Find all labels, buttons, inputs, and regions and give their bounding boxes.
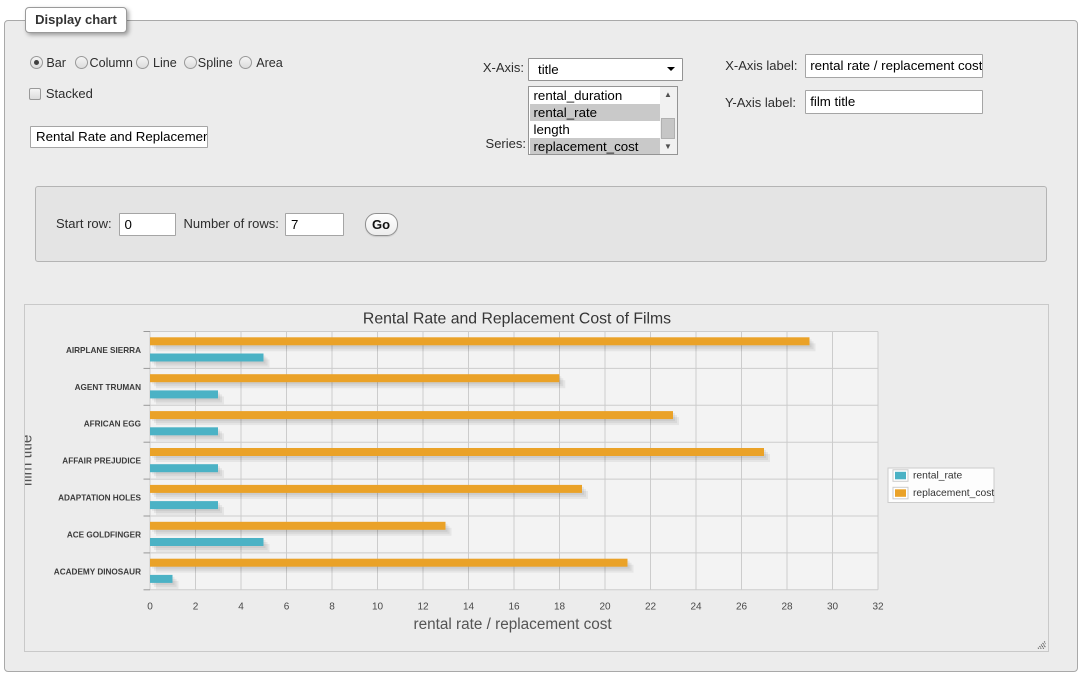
svg-text:AFFAIR PREJUDICE: AFFAIR PREJUDICE xyxy=(62,457,141,466)
svg-text:14: 14 xyxy=(463,602,475,613)
svg-text:rental rate / replacement cost: rental rate / replacement cost xyxy=(414,616,613,633)
svg-text:ADAPTATION HOLES: ADAPTATION HOLES xyxy=(58,493,141,502)
svg-text:AIRPLANE SIERRA: AIRPLANE SIERRA xyxy=(66,346,141,355)
svg-text:rental_rate: rental_rate xyxy=(913,470,963,481)
svg-text:AFRICAN EGG: AFRICAN EGG xyxy=(84,420,141,429)
svg-text:ACE GOLDFINGER: ACE GOLDFINGER xyxy=(67,530,141,539)
svg-text:AGENT TRUMAN: AGENT TRUMAN xyxy=(75,383,141,392)
svg-text:8: 8 xyxy=(329,602,335,613)
svg-text:6: 6 xyxy=(284,602,290,613)
svg-text:22: 22 xyxy=(645,602,657,613)
svg-text:16: 16 xyxy=(508,602,520,613)
svg-text:24: 24 xyxy=(690,602,702,613)
svg-text:Rental Rate and Replacement Co: Rental Rate and Replacement Cost of Film… xyxy=(363,311,671,328)
svg-text:4: 4 xyxy=(238,602,244,613)
svg-text:18: 18 xyxy=(554,602,566,613)
svg-text:ACADEMY DINOSAUR: ACADEMY DINOSAUR xyxy=(54,567,141,576)
svg-text:30: 30 xyxy=(827,602,839,613)
svg-text:28: 28 xyxy=(781,602,793,613)
svg-text:0: 0 xyxy=(147,602,153,613)
svg-text:replacement_cost: replacement_cost xyxy=(913,488,994,499)
svg-text:32: 32 xyxy=(872,602,884,613)
svg-text:20: 20 xyxy=(599,602,611,613)
svg-text:26: 26 xyxy=(736,602,748,613)
svg-text:2: 2 xyxy=(193,602,199,613)
svg-text:12: 12 xyxy=(417,602,429,613)
svg-text:10: 10 xyxy=(372,602,384,613)
svg-text:film title: film title xyxy=(24,435,36,487)
